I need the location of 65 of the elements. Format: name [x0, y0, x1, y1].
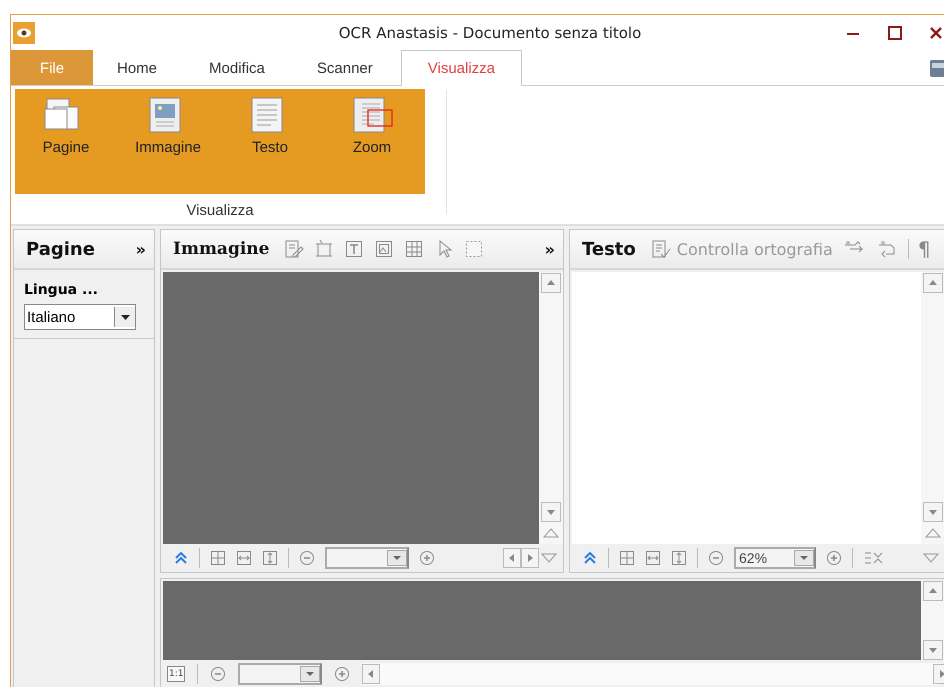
- ribbon-button[interactable]: Pagine: [15, 97, 117, 194]
- vertical-scrollbar[interactable]: [921, 272, 944, 544]
- close-icon[interactable]: [929, 24, 943, 40]
- button-label: Pagine: [42, 139, 90, 156]
- zoom-dropdown[interactable]: [325, 547, 409, 569]
- horizontal-scrollbar[interactable]: [362, 663, 941, 685]
- fit-page-icon[interactable]: [619, 550, 635, 566]
- scroll-left-icon[interactable]: [362, 664, 380, 684]
- line-spacing-icon[interactable]: [863, 550, 883, 566]
- dropdown-value: 62%: [738, 550, 768, 566]
- zoom-in-icon[interactable]: [419, 550, 435, 566]
- zoom-in-icon[interactable]: [826, 550, 842, 566]
- fit-width-icon[interactable]: [236, 550, 252, 566]
- ribbon-button[interactable]: Zoom: [321, 97, 423, 194]
- ribbon-tab[interactable]: Home: [93, 50, 182, 85]
- eye-icon: [13, 22, 35, 44]
- dropdown-value: Italiano: [26, 308, 76, 326]
- panel-title: Pagine: [26, 238, 96, 260]
- scroll-up-icon[interactable]: [923, 273, 943, 293]
- scroll-left-icon[interactable]: [503, 548, 521, 568]
- group-label: Visualizza: [185, 201, 255, 219]
- panel-title: Immagine: [173, 239, 270, 259]
- double-chevron-up-icon[interactable]: [582, 550, 598, 566]
- picture-frame-icon[interactable]: [374, 239, 394, 259]
- button-label: Testo: [252, 139, 288, 156]
- scroll-up-icon[interactable]: [541, 273, 561, 293]
- spellcheck-icon: [650, 239, 671, 259]
- fit-height-icon[interactable]: [671, 550, 687, 566]
- scroll-down-icon[interactable]: [923, 640, 943, 660]
- maximize-icon[interactable]: [887, 24, 903, 40]
- scroll-right-icon[interactable]: [521, 548, 539, 568]
- ribbon-tab[interactable]: Modifica: [185, 50, 289, 85]
- button-label: Immagine: [135, 139, 201, 156]
- table-frame-icon[interactable]: [404, 239, 424, 259]
- collapse-button[interactable]: »: [134, 240, 148, 258]
- ribbon-tab[interactable]: Scanner: [292, 50, 397, 85]
- fit-page-icon[interactable]: [210, 550, 226, 566]
- ribbon-button[interactable]: Immagine: [117, 97, 219, 194]
- scroll-up-icon[interactable]: [923, 581, 943, 601]
- vertical-scrollbar[interactable]: [921, 581, 944, 660]
- edit-page-icon[interactable]: [284, 239, 304, 259]
- zoom-out-icon[interactable]: [708, 550, 724, 566]
- text-frame-icon[interactable]: [344, 239, 364, 259]
- double-chevron-up-icon[interactable]: [173, 550, 189, 566]
- scroll-down-icon[interactable]: [923, 502, 943, 522]
- fit-width-icon[interactable]: [645, 550, 661, 566]
- window-title: OCR Anastasis - Documento senza titolo: [338, 24, 642, 42]
- zoom-dropdown[interactable]: [238, 663, 322, 685]
- language-dropdown[interactable]: Italiano: [24, 304, 136, 330]
- more-button[interactable]: »: [542, 240, 557, 258]
- button-label: Zoom: [352, 139, 392, 156]
- ribbon-button[interactable]: Testo: [219, 97, 321, 194]
- language-label: Lingua ...: [24, 282, 99, 298]
- ribbon-tab[interactable]: Visualizza: [400, 50, 522, 86]
- panel-title: Testo: [582, 238, 636, 260]
- scroll-down-icon[interactable]: [541, 502, 561, 522]
- zoom-out-icon[interactable]: [299, 550, 315, 566]
- zoom-dropdown[interactable]: 62%: [734, 547, 816, 569]
- fit-height-icon[interactable]: [262, 550, 278, 566]
- vertical-scrollbar[interactable]: [539, 272, 563, 544]
- actual-size-button[interactable]: 1:1: [167, 666, 186, 682]
- selection-icon[interactable]: [464, 239, 484, 259]
- zoom-in-icon[interactable]: [334, 666, 350, 682]
- zoom-out-icon[interactable]: [210, 666, 226, 682]
- new-frame-icon[interactable]: [314, 239, 334, 259]
